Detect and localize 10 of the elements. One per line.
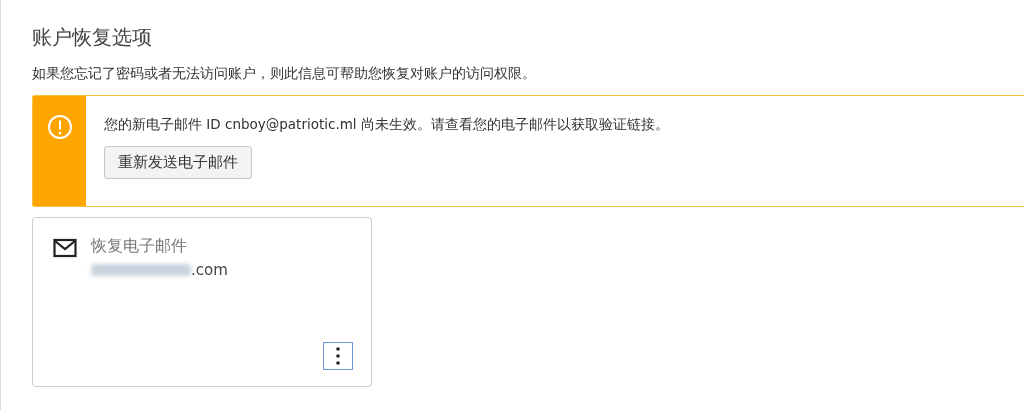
email-address: .com <box>191 261 228 279</box>
resend-email-button[interactable]: 重新发送电子邮件 <box>104 146 252 179</box>
exclamation-icon <box>46 114 73 140</box>
vertical-dots-icon <box>336 347 340 365</box>
page-title: 账户恢复选项 <box>32 24 153 51</box>
more-options-button[interactable] <box>323 342 353 370</box>
warning-message: 您的新电子邮件 ID cnboy@patriotic.ml 尚未生效。请查看您的电子邮件以获取验证链接。 <box>104 116 669 134</box>
description-text: 如果您忘记了密码或者无法访问账户，则此信息可帮助您恢复对账户的访问权限。 <box>32 65 537 83</box>
envelope-icon <box>53 238 77 258</box>
card-title: 恢复电子邮件 <box>91 236 188 257</box>
